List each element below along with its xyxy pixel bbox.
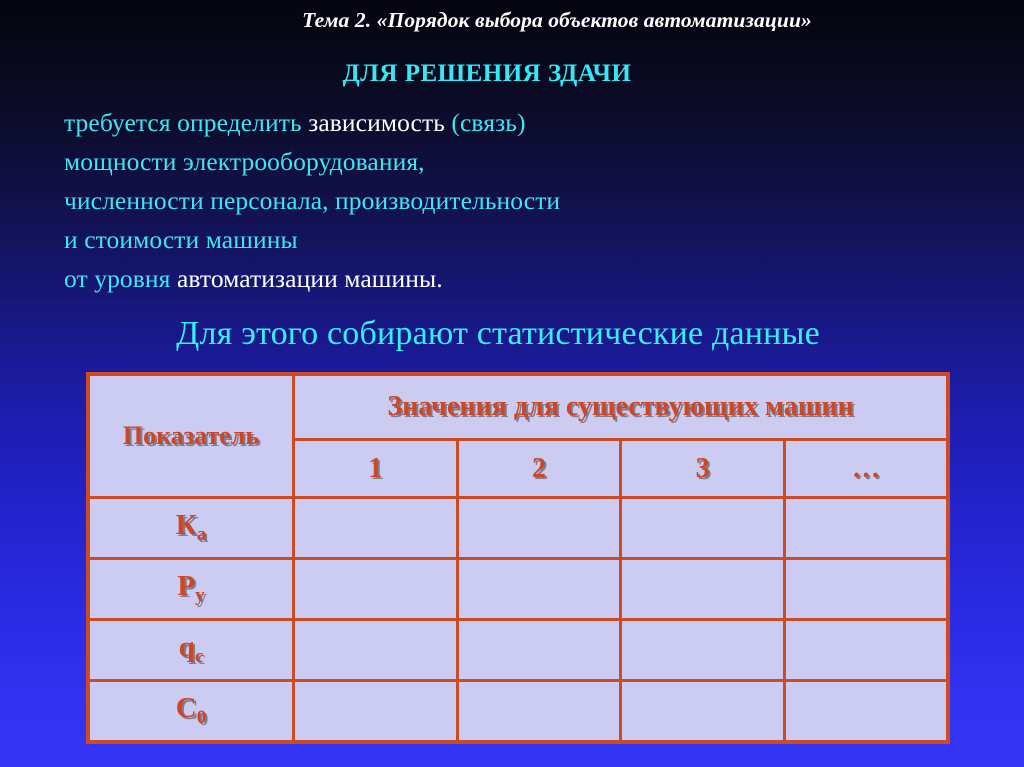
body-line: от уровня автоматизации машины. (64, 259, 984, 298)
table-cell[interactable] (782, 618, 950, 682)
slide-canvas: Тема 2. «Порядок выбора объектов автомат… (0, 0, 1024, 767)
table-cell[interactable] (782, 679, 950, 744)
table-cell[interactable] (782, 496, 950, 560)
table-cell[interactable] (619, 679, 786, 744)
table-row: qс (86, 618, 950, 682)
row-label-base: К (175, 509, 197, 542)
table-cell[interactable] (619, 557, 786, 621)
body-line: численности персонала, производительност… (64, 181, 984, 220)
table-cell[interactable] (619, 496, 786, 560)
row-label-subscript: а (196, 524, 207, 546)
header-column-4: … (782, 438, 950, 499)
header-indicator: Показатель (86, 372, 295, 499)
body-line: и стоимости машины (64, 220, 984, 259)
body-text-segment: автоматизации машины. (176, 264, 443, 293)
row-label-subscript: 0 (196, 707, 207, 729)
header-column-2: 2 (455, 438, 623, 499)
row-label-base: q (178, 631, 195, 664)
table-cell[interactable] (455, 496, 623, 560)
statistics-table: Показатель Значения для существующих маш… (86, 372, 950, 744)
table-cell[interactable] (292, 496, 459, 560)
header-values-span: Значения для существующих машин (292, 372, 950, 441)
body-text-segment: требуется определить (64, 108, 309, 137)
table-cell[interactable] (292, 618, 459, 682)
body-text-segment: и стоимости машины (64, 225, 298, 254)
table-cell[interactable] (455, 618, 623, 682)
row-label: qс (86, 618, 295, 682)
body-line: требуется определить зависимость (связь) (64, 103, 984, 142)
table-cell[interactable] (292, 557, 459, 621)
page-title: Тема 2. «Порядок выбора объектов автомат… (302, 8, 812, 32)
body-text-segment: зависимость (308, 108, 452, 137)
table-cell[interactable] (782, 557, 950, 621)
sub-headline: ДЛЯ РЕШЕНИЯ ЗДАЧИ (342, 60, 632, 87)
body-text-block: требуется определить зависимость (связь)… (64, 103, 984, 298)
body-line: мощности электрооборудования, (64, 142, 984, 181)
table-cell[interactable] (455, 557, 623, 621)
body-text-segment: численности персонала, производительност… (64, 186, 561, 215)
row-label-subscript: у (195, 585, 205, 607)
body-text-segment: от уровня (64, 264, 177, 293)
header-column-3: 3 (619, 438, 786, 499)
row-label: С0 (86, 679, 295, 744)
body-text-segment: мощности электрооборудования, (64, 147, 425, 176)
row-label: Ру (86, 557, 295, 621)
table-cell[interactable] (455, 679, 623, 744)
table-cell[interactable] (619, 618, 786, 682)
statistics-table-wrapper: Показатель Значения для существующих маш… (86, 372, 950, 744)
row-label: Ка (86, 496, 295, 560)
row-label-base: Р (177, 570, 196, 603)
table-cell[interactable] (292, 679, 459, 744)
table-body: Показатель Значения для существующих маш… (86, 372, 950, 744)
table-row: Ру (86, 557, 950, 621)
row-label-subscript: с (194, 646, 204, 668)
statement-text: Для этого собирают статистические данные (176, 315, 820, 352)
header-column-1: 1 (292, 438, 459, 499)
table-row: Ка (86, 496, 950, 560)
table-header-row-top: Показатель Значения для существующих маш… (86, 372, 950, 499)
table-row: С0 (86, 679, 950, 744)
body-text-segment: (связь) (451, 108, 526, 137)
row-label-base: С (175, 692, 197, 725)
